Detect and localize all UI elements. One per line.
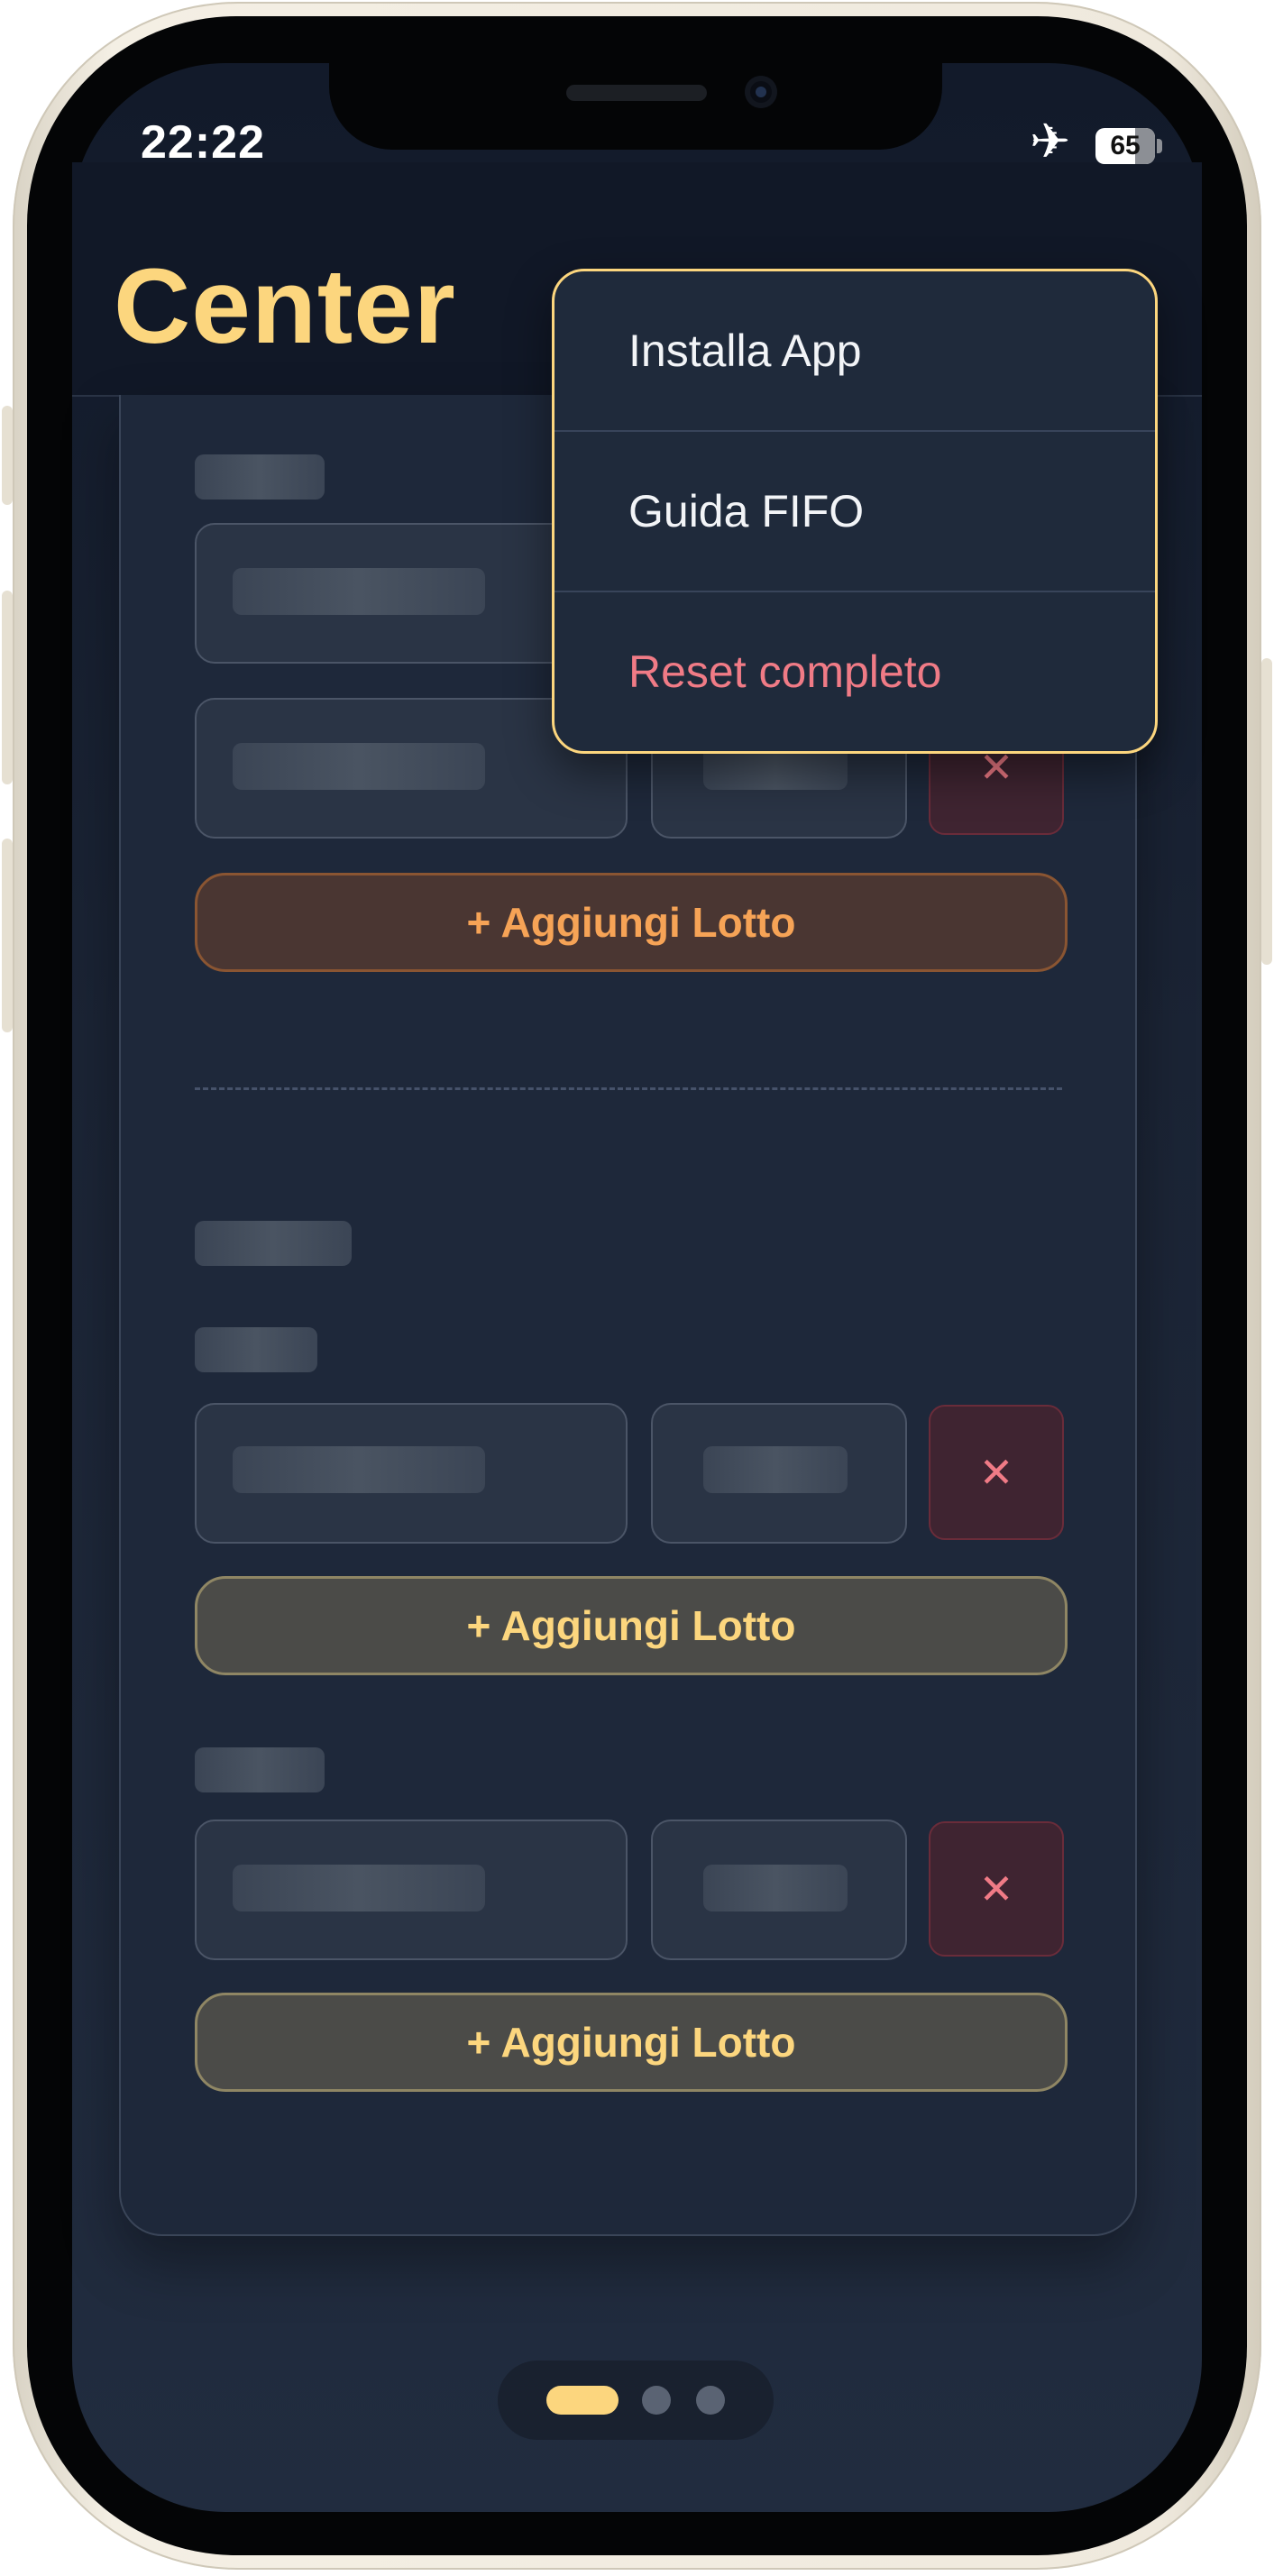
section-title-placeholder (195, 1221, 352, 1266)
menu-item-install-app[interactable]: Installa App (555, 271, 1155, 430)
add-lot-button[interactable]: + Aggiungi Lotto (195, 873, 1068, 972)
menu-item-fifo-guide[interactable]: Guida FIFO (555, 432, 1155, 591)
item-label-placeholder (195, 1747, 325, 1792)
lot-date-placeholder (233, 1446, 485, 1493)
close-icon: ✕ (978, 1866, 1014, 1912)
page-dot[interactable] (642, 2386, 671, 2415)
power-button (1261, 658, 1272, 965)
lot-date-placeholder (233, 743, 485, 790)
lot-qty-placeholder (703, 1446, 848, 1493)
mute-switch (2, 406, 13, 505)
item-label-placeholder (195, 454, 325, 500)
section-divider (195, 1087, 1062, 1090)
battery-icon: 65 (1095, 128, 1155, 164)
remove-lot-button[interactable]: ✕ (929, 1821, 1064, 1957)
page-indicator (498, 2361, 774, 2440)
earpiece-speaker (566, 85, 707, 101)
menu-item-reset[interactable]: Reset completo (555, 592, 1155, 751)
add-lot-button[interactable]: + Aggiungi Lotto (195, 1576, 1068, 1675)
lot-date-placeholder (233, 1865, 485, 1911)
notch (329, 63, 942, 150)
page-dot-active[interactable] (546, 2386, 619, 2415)
page-title: Center (114, 247, 456, 366)
status-time: 22:22 (141, 116, 265, 169)
lot-date-placeholder (233, 568, 485, 615)
airplane-icon: ✈ (1030, 115, 1071, 169)
battery-tip (1157, 139, 1162, 153)
volume-down-button (2, 839, 13, 1032)
volume-up-button (2, 591, 13, 784)
remove-lot-button[interactable]: ✕ (929, 1405, 1064, 1540)
add-lot-button[interactable]: + Aggiungi Lotto (195, 1993, 1068, 2092)
options-menu: Installa App Guida FIFO Reset completo (552, 269, 1158, 754)
page-dot[interactable] (696, 2386, 725, 2415)
battery-level: 65 (1110, 131, 1141, 160)
close-icon: ✕ (978, 1449, 1014, 1496)
item-label-placeholder (195, 1327, 317, 1372)
lot-qty-placeholder (703, 1865, 848, 1911)
camera-lens (756, 87, 766, 97)
